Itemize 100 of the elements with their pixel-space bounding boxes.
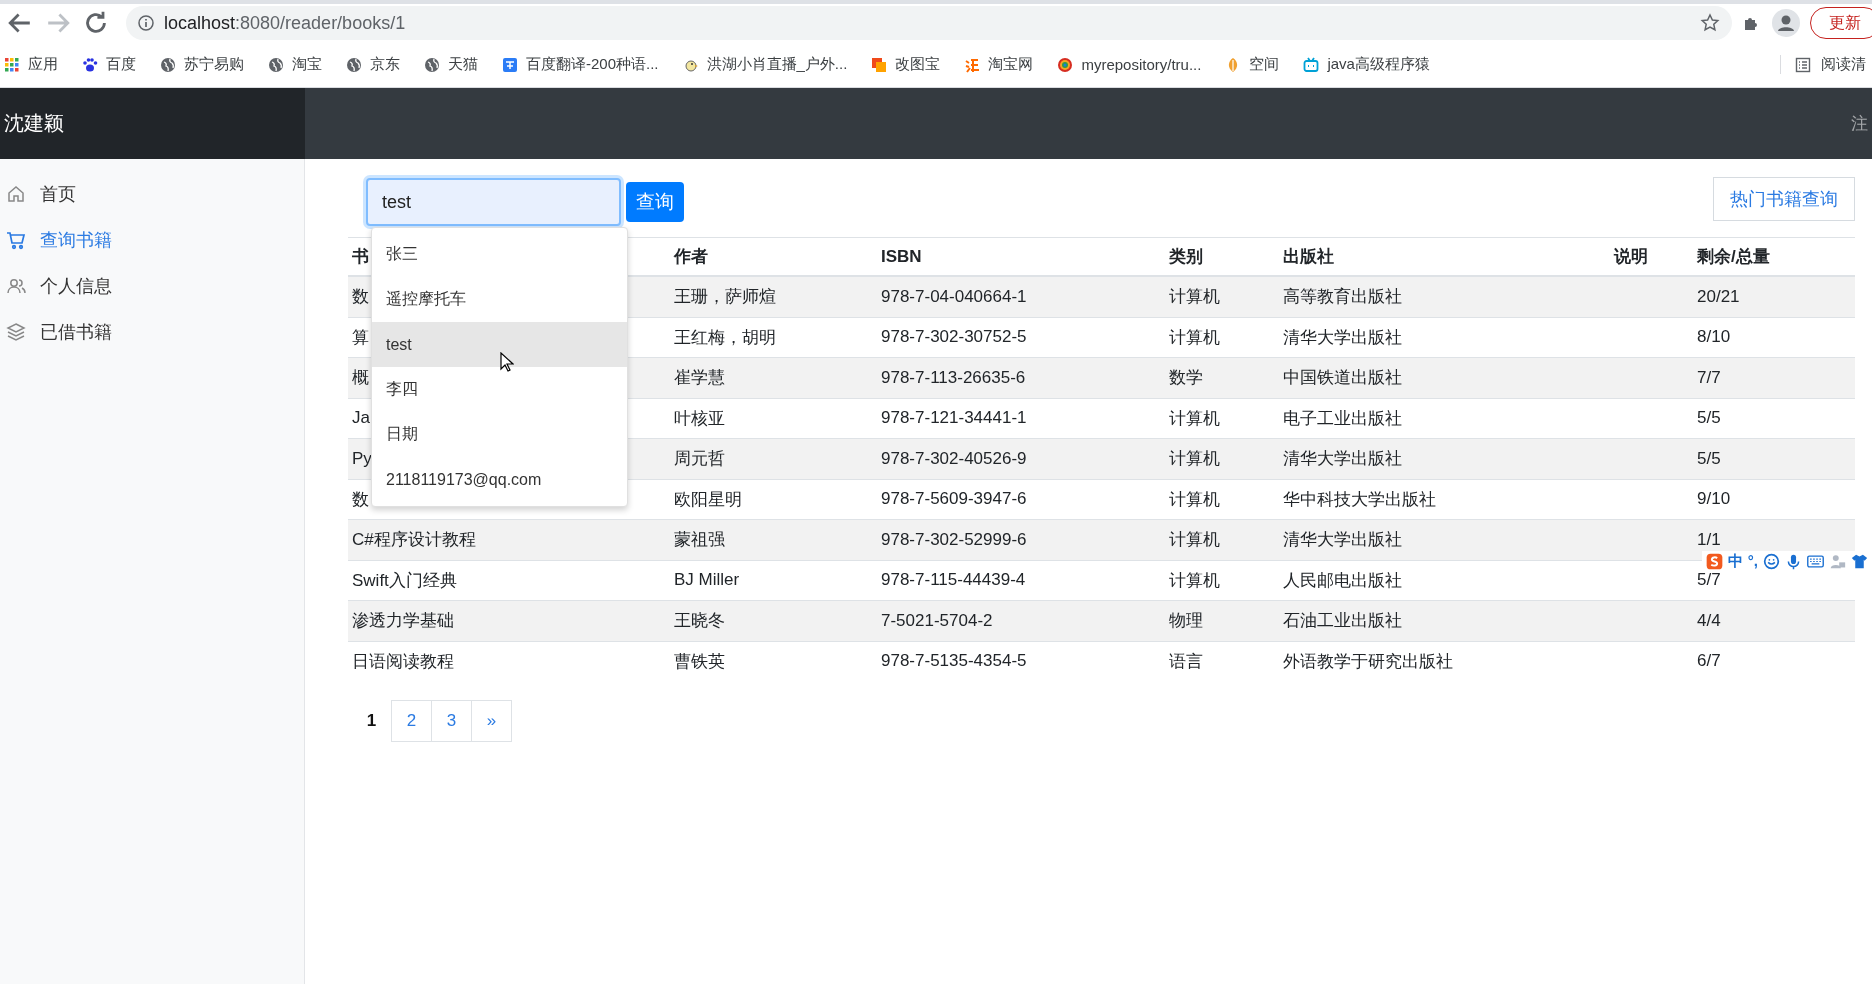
table-cell: 蒙祖强 [674,530,725,550]
table-cell: 日语阅读教程 [352,651,454,671]
shirt-icon[interactable] [1851,552,1868,570]
bookmark[interactable]: myrepository/tru... [1057,56,1202,73]
table-cell: 7/7 [1697,367,1721,387]
table-cell: 1/1 [1697,529,1721,549]
column-header: 作者 [674,247,708,266]
table-cell: Swift入门经典 [352,570,457,590]
keyboard-icon[interactable] [1807,552,1824,570]
update-button[interactable]: 更新 [1810,7,1872,39]
table-cell: 978-7-113-26635-6 [881,367,1026,387]
apps-grid-icon [4,56,20,73]
table-cell: 王红梅，胡明 [674,327,776,347]
table-cell: 计算机 [1169,449,1220,469]
suggestion-item[interactable]: 2118119173@qq.com [372,457,627,502]
column-header: 说明 [1614,247,1648,266]
tv-icon [1303,56,1320,73]
suggestion-item[interactable]: 日期 [372,412,627,457]
suggestion-item[interactable]: 张三 [372,232,627,277]
table-cell: 计算机 [1169,287,1220,307]
column-header: 书 [352,247,369,266]
table-cell: 渗透力学基础 [352,611,454,631]
smiley-icon[interactable] [1763,552,1780,570]
info-icon[interactable] [138,15,154,31]
search-button[interactable]: 查询 [626,182,684,222]
table-cell: 概 [352,368,369,388]
sidebar-item[interactable]: 查询书籍 [0,217,304,263]
table-cell: 7-5021-5704-2 [881,610,993,630]
table-cell: BJ Miller [674,570,740,590]
table-cell: 计算机 [1169,408,1220,428]
star-icon[interactable] [1700,13,1720,33]
sidebar-item[interactable]: 个人信息 [0,263,304,309]
table-cell: 人民邮电出版社 [1283,570,1402,590]
ime-label[interactable]: °, [1747,552,1758,570]
table-cell: 王晓冬 [674,611,725,631]
bookmark[interactable]: 洪湖小肖直播_户外... [682,55,848,74]
ring-icon [1057,56,1074,73]
brand-title[interactable]: 沈建颖 [4,110,64,137]
table-cell: 华中科技大学出版社 [1283,489,1436,509]
logout-link[interactable]: 注 [1851,112,1868,135]
table-cell: 5/5 [1697,408,1721,428]
table-cell: 欧阳星明 [674,489,742,509]
table-cell: 978-7-121-34441-1 [881,408,1027,428]
microphone-icon[interactable] [1785,552,1802,570]
bookmark[interactable]: 百度 [82,55,136,74]
table-cell: 978-7-04-040664-1 [881,286,1027,306]
table-cell: 978-7-5609-3947-6 [881,489,1027,509]
table-cell: 叶核亚 [674,408,725,428]
globe-icon [346,56,362,73]
table-cell: 978-7-302-30752-5 [881,327,1027,347]
globe-icon [160,56,176,73]
suggestion-item[interactable]: 遥控摩托车 [372,277,627,322]
bookmark[interactable]: 百度翻译-200种语... [502,55,659,74]
bookmark[interactable]: 淘宝 [268,55,322,74]
bookmark[interactable]: 淘宝网 [964,55,1034,74]
table-cell: 计算机 [1169,530,1220,550]
hot-books-button[interactable]: 热门书籍查询 [1713,177,1855,221]
home-icon [6,184,26,204]
bookmark[interactable]: 应用 [4,55,58,74]
ime-label[interactable]: 中 [1727,552,1743,570]
table-cell: 6/7 [1697,651,1721,671]
page-link[interactable]: » [471,700,512,742]
url-text: localhost:8080/reader/books/1 [164,12,406,34]
bookmark[interactable]: 苏宁易购 [160,55,244,74]
table-cell: 中国铁道出版社 [1283,368,1402,388]
bookmark[interactable]: java高级程序猿 [1303,55,1430,74]
avatar-icon[interactable] [1772,9,1800,37]
suggestion-item[interactable]: test [372,322,627,367]
layers-icon [6,322,26,342]
table-cell: Py [352,448,372,468]
paw-icon [82,56,98,73]
cursor-icon [500,352,514,372]
page-link[interactable]: 3 [431,700,472,742]
sidebar-item[interactable]: 首页 [0,171,304,217]
table-cell: 清华大学出版社 [1283,327,1402,347]
ime-logo-icon[interactable] [1705,552,1723,570]
page-link[interactable]: 2 [391,700,432,742]
table-cell: 计算机 [1169,570,1220,590]
cart-icon [6,230,26,250]
address-bar[interactable]: localhost:8080/reader/books/1 [126,6,1732,40]
reading-list-button[interactable]: 阅读清 [1780,55,1866,74]
table-cell: 王珊，萨师煊 [674,287,776,307]
search-field[interactable]: test [366,178,621,226]
table-cell: 5/7 [1697,570,1721,590]
table-cell: 978-7-302-40526-9 [881,448,1027,468]
table-cell: 5/5 [1697,448,1721,468]
suggestion-item[interactable]: 李四 [372,367,627,412]
table-cell: 数学 [1169,368,1203,388]
column-header: 剩余/总量 [1697,247,1770,266]
table-cell: 崔学慧 [674,368,725,388]
bookmark[interactable]: 空间 [1225,55,1280,74]
sidebar-item[interactable]: 已借书籍 [0,309,304,355]
table-cell: Ja [352,408,370,428]
column-header: 出版社 [1283,247,1334,266]
bookmark[interactable]: 改图宝 [871,55,941,74]
bookmark[interactable]: 京东 [346,55,400,74]
table-cell: 物理 [1169,611,1203,631]
bookmark[interactable]: 天猫 [424,55,478,74]
column-header: 类别 [1169,247,1203,266]
list-icon [1795,56,1811,73]
